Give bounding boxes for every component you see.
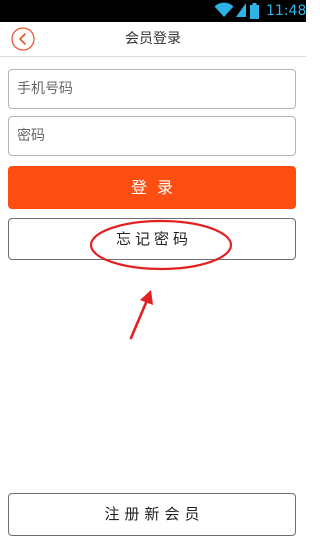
password-input[interactable] xyxy=(8,116,296,156)
battery-icon xyxy=(250,3,259,19)
login-button[interactable]: 登录 xyxy=(8,166,296,209)
signal-icon xyxy=(236,3,246,17)
forgot-password-button[interactable]: 忘记密码 xyxy=(8,218,296,260)
phone-input[interactable] xyxy=(8,69,296,109)
header-bar: 会员登录 xyxy=(0,22,306,57)
login-page: 11:48 会员登录 登录 忘记密码 注册新会员 xyxy=(0,0,306,544)
register-button[interactable]: 注册新会员 xyxy=(8,493,296,536)
wifi-icon xyxy=(214,2,234,18)
status-time: 11:48 xyxy=(266,3,307,19)
status-bar: 11:48 xyxy=(0,0,306,22)
page-title: 会员登录 xyxy=(125,31,181,47)
pointer-arrow-icon xyxy=(129,290,153,340)
